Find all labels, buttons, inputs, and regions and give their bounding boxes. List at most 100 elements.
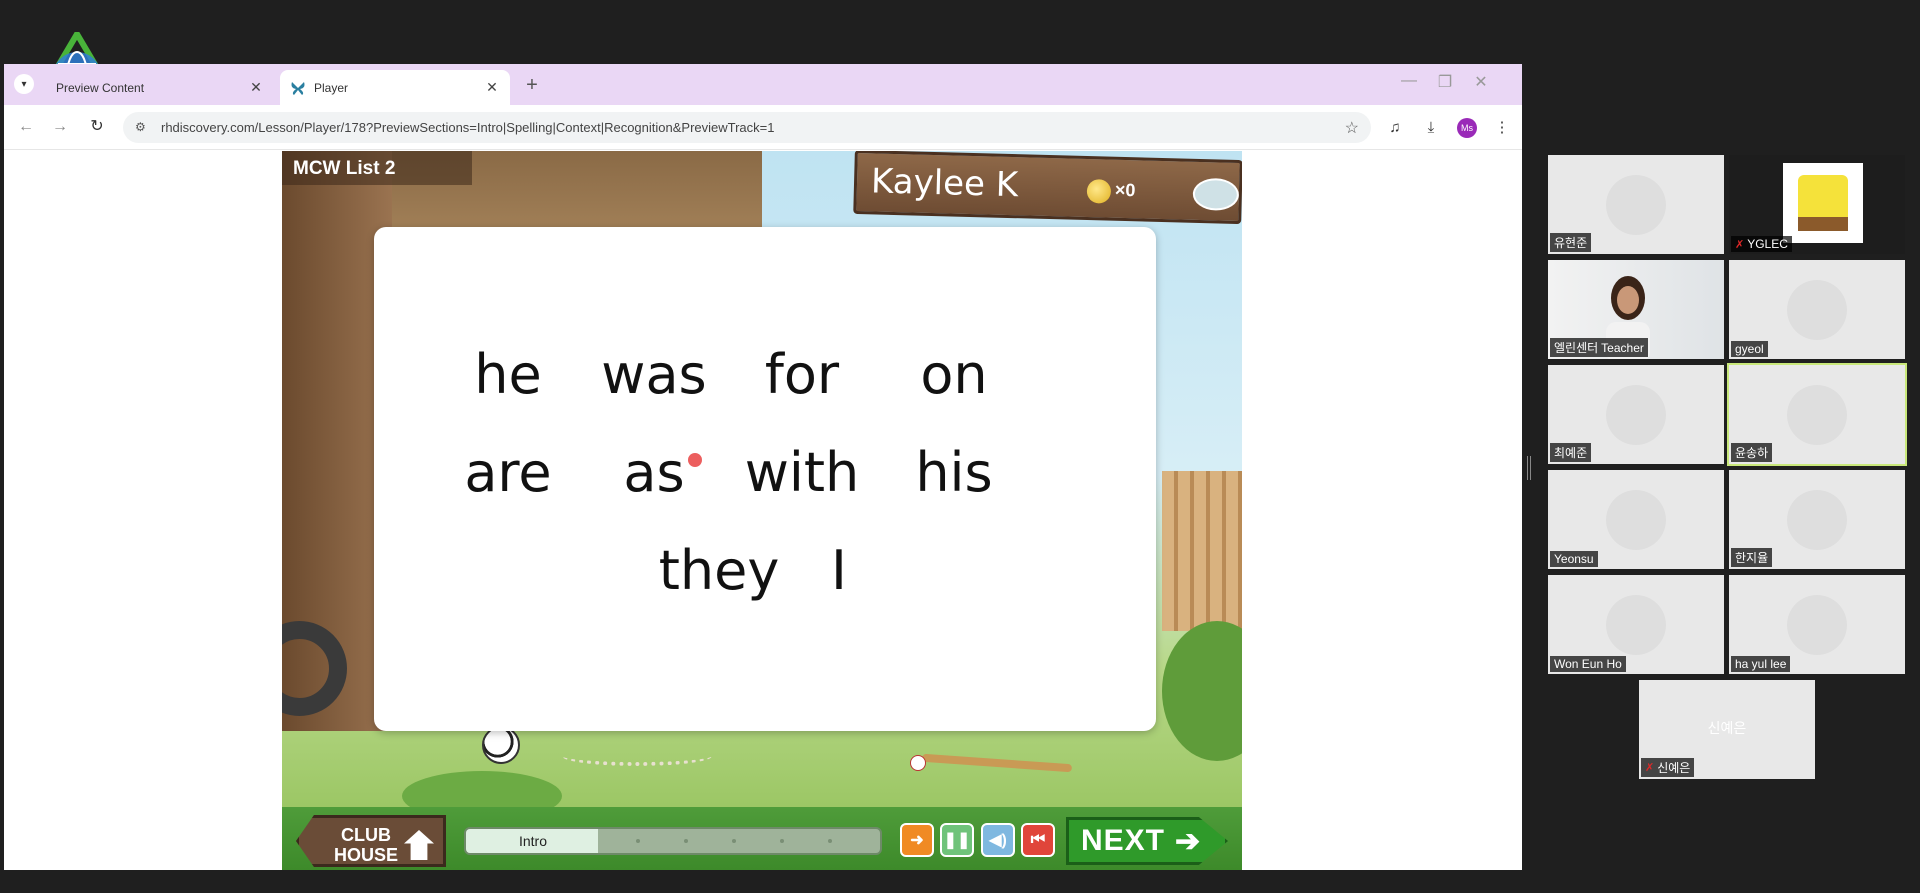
pause-icon: ❚❚ <box>943 832 971 849</box>
participant-tile[interactable]: 최예준 <box>1548 365 1724 464</box>
tab-title: Preview Content <box>56 80 145 95</box>
video-feed <box>1787 280 1847 340</box>
map-icon[interactable] <box>1192 177 1240 211</box>
tab-player[interactable]: Player ✕ <box>280 70 510 105</box>
clubhouse-button[interactable]: CLUB HOUSE <box>296 815 446 867</box>
participant-role: Teacher <box>1601 340 1644 355</box>
url-text: rhdiscovery.com/Lesson/Player/178?Previe… <box>161 120 775 135</box>
participant-name: 유현준 <box>1554 236 1588 250</box>
muted-mic-icon: ✗ <box>1735 238 1745 251</box>
participant-tile[interactable]: ✗ YGLEC <box>1729 155 1905 254</box>
participant-tile[interactable]: Yeonsu <box>1548 470 1724 569</box>
participant-name: ha yul lee <box>1735 657 1787 671</box>
participant-name: YGLEC <box>1747 237 1788 251</box>
coin-count: ×0 <box>1114 179 1136 201</box>
bookmark-star-icon[interactable]: ☆ <box>1345 118 1359 138</box>
participant-tile[interactable]: 엘린센터 Teacher <box>1548 260 1724 359</box>
participant-tile-active-speaker[interactable]: 윤송하 <box>1727 363 1907 466</box>
close-icon[interactable]: ✕ <box>248 79 264 96</box>
participant-tile[interactable]: ha yul lee <box>1729 575 1905 674</box>
video-feed <box>1606 385 1666 445</box>
participant-name-tag: ✗ 신예은 <box>1641 758 1695 777</box>
participant-name-placeholder: 신예은 <box>1707 720 1747 736</box>
word-his[interactable]: his <box>874 441 1034 504</box>
panel-splitter-handle[interactable] <box>1527 456 1531 480</box>
participant-name-tag: gyeol <box>1731 341 1768 357</box>
section-progress-bar: Intro <box>464 827 882 855</box>
restore-icon[interactable]: ❐ <box>1430 72 1460 92</box>
participant-name-tag: 한지율 <box>1731 548 1773 567</box>
participant-name: Won Eun Ho <box>1554 657 1622 671</box>
baseball-image <box>910 755 926 771</box>
section-label: Intro <box>518 833 547 849</box>
spongebob-avatar-image <box>1783 163 1863 243</box>
progress-dot <box>780 839 784 843</box>
dog-icon: ➜ <box>910 832 924 849</box>
audio-button[interactable]: ◀) <box>981 823 1015 857</box>
forward-icon[interactable]: → <box>49 116 71 138</box>
close-window-icon[interactable]: ✕ <box>1466 72 1496 92</box>
site-info-icon[interactable]: ⚙ <box>135 120 151 136</box>
participant-name: gyeol <box>1735 342 1764 356</box>
participant-name-tag: 유현준 <box>1550 233 1592 252</box>
screen: ▾ Preview Content ✕ Player ✕ + — ❐ ✕ ← →… <box>0 0 1920 893</box>
back-icon[interactable]: ← <box>15 116 37 138</box>
mouse-cursor <box>688 453 702 467</box>
participant-name: 최예준 <box>1554 446 1588 460</box>
menu-kebab-icon[interactable]: ⋮ <box>1491 117 1513 139</box>
muted-mic-icon: ✗ <box>1645 762 1655 774</box>
address-bar[interactable]: ⚙ rhdiscovery.com/Lesson/Player/178?Prev… <box>123 112 1371 143</box>
participant-name-tag: Won Eun Ho <box>1550 656 1626 672</box>
participant-name-tag: 최예준 <box>1550 443 1592 462</box>
chevron-down-icon: ▾ <box>21 78 27 90</box>
participant-tile[interactable]: 유현준 <box>1548 155 1724 254</box>
participant-tile[interactable]: Won Eun Ho <box>1548 575 1724 674</box>
video-feed <box>1787 490 1847 550</box>
tab-search-button[interactable]: ▾ <box>14 74 34 94</box>
pause-button[interactable]: ❚❚ <box>940 823 974 857</box>
participant-tile[interactable]: gyeol <box>1729 260 1905 359</box>
media-controls-icon[interactable]: ♫ <box>1384 117 1406 139</box>
restart-button[interactable]: ⏮ <box>1021 823 1055 857</box>
player-name: Kaylee K <box>870 161 1019 206</box>
progress-dot <box>636 839 640 843</box>
word-was[interactable]: was <box>574 343 734 406</box>
word-as[interactable]: as <box>574 441 734 504</box>
clubhouse-label: CLUB HOUSE <box>333 825 398 865</box>
minimize-icon[interactable]: — <box>1394 72 1424 90</box>
fence-background <box>1162 471 1242 631</box>
word-with[interactable]: with <box>722 441 882 504</box>
word-i[interactable]: I <box>759 539 919 602</box>
new-tab-button[interactable]: + <box>521 74 543 97</box>
profile-avatar[interactable]: Ms <box>1457 118 1477 138</box>
word-he[interactable]: he <box>428 343 588 406</box>
participant-name-tag: 엘린센터 Teacher <box>1550 338 1648 357</box>
tab-preview-content[interactable]: Preview Content ✕ <box>38 70 274 105</box>
video-feed <box>1606 175 1666 235</box>
participant-name: 한지율 <box>1735 551 1769 565</box>
participant-name-tag: Yeonsu <box>1550 551 1598 567</box>
progress-dot <box>684 839 688 843</box>
download-icon[interactable]: ⤓ <box>1420 117 1442 139</box>
participant-tile[interactable]: 신예은 ✗ 신예은 <box>1639 680 1815 779</box>
player-name-sign: Kaylee K ×0 <box>853 151 1242 225</box>
word-on[interactable]: on <box>874 343 1034 406</box>
word-are[interactable]: are <box>428 441 588 504</box>
coin-icon <box>1086 179 1112 204</box>
word-for[interactable]: for <box>722 343 882 406</box>
participant-name-tag: 윤송하 <box>1731 443 1773 462</box>
tab-strip: ▾ Preview Content ✕ Player ✕ + — ❐ ✕ <box>4 64 1522 105</box>
participant-name-tag: ✗ YGLEC <box>1731 236 1792 252</box>
skip-section-button[interactable]: ➜ <box>900 823 934 857</box>
list-title: MCW List 2 <box>282 151 472 185</box>
participant-name-tag: ha yul lee <box>1731 656 1791 672</box>
next-label: NEXT <box>1081 824 1166 857</box>
participant-name: 신예은 <box>1657 761 1691 775</box>
lesson-player: MCW List 2 Kaylee K ×0 he was for on are… <box>282 151 1242 870</box>
soccer-ball-image <box>482 726 520 764</box>
close-icon[interactable]: ✕ <box>484 79 500 96</box>
reload-icon[interactable]: ↻ <box>86 116 108 138</box>
next-button[interactable]: NEXT ➔ <box>1066 817 1228 865</box>
participant-name: 엘린센터 <box>1554 341 1599 355</box>
participant-tile[interactable]: 한지율 <box>1729 470 1905 569</box>
